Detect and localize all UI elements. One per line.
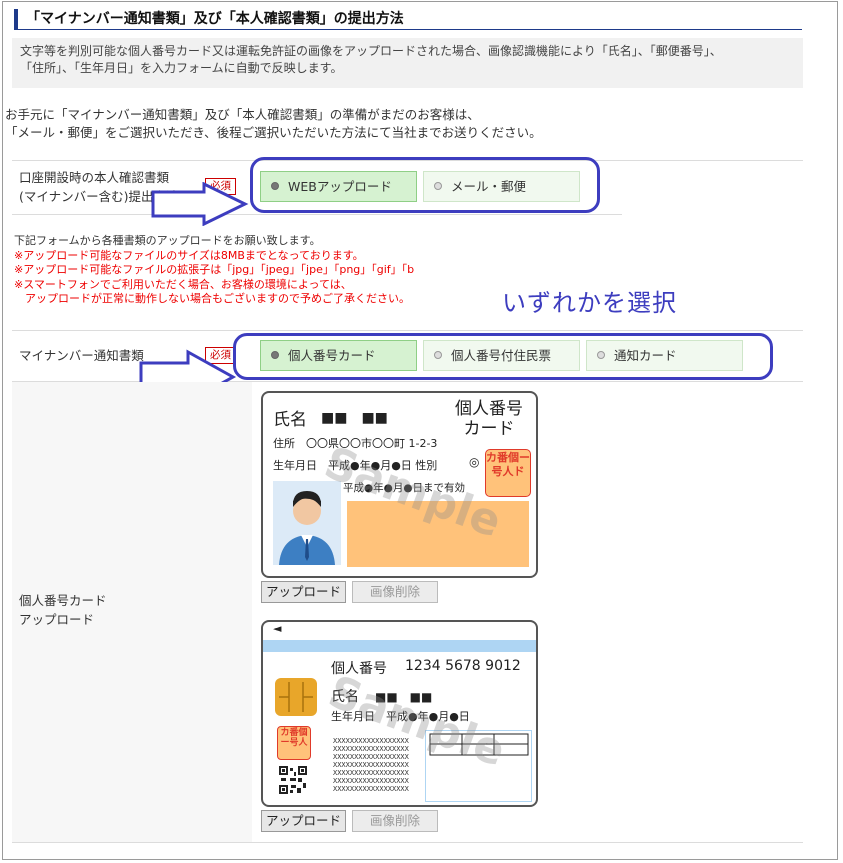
- qr-code-icon: [279, 766, 307, 794]
- divider: [12, 842, 803, 843]
- annotation-select-one: いずれかを選択: [502, 289, 677, 317]
- delete-image-button-front[interactable]: 画像削除: [352, 581, 438, 603]
- card-seal: カ番個 ー号人 ド: [485, 449, 531, 497]
- upload-button-front[interactable]: アップロード: [261, 581, 346, 603]
- arrow-left-icon: ◄: [273, 622, 282, 635]
- section-title: 「マイナンバー通知書類」及び「本人確認書類」の提出方法: [14, 9, 802, 30]
- person-icon: [279, 491, 335, 565]
- divider: [12, 330, 803, 331]
- ic-chip-icon: [275, 678, 317, 716]
- card-back-seal: カ番個 ー号人: [277, 726, 311, 760]
- card-number-value: 1234 5678 9012: [405, 658, 521, 674]
- card-back-top-strip: ◄: [263, 622, 536, 640]
- mynumber-card-back: ◄ 個人番号 1234 5678 9012 氏名 ■■ ■■ 生年月日 平成●年…: [261, 620, 538, 807]
- card-gender-mark: ◎: [469, 455, 480, 469]
- delete-image-button-back[interactable]: 画像削除: [352, 810, 438, 832]
- divider: [12, 214, 622, 215]
- notice-line: お手元に「マイナンバー通知書類」及び「本人確認書類」の準備がまだのお客様は、: [5, 107, 480, 122]
- arrow-right-icon: [151, 182, 249, 226]
- notice-text: お手元に「マイナンバー通知書類」及び「本人確認書類」の準備がまだのお客様は、 「…: [5, 106, 542, 142]
- card-photo: [273, 481, 341, 565]
- info-box: 文字等を判別可能な個人番号カード又は運転免許証の画像をアップロードされた場合、画…: [12, 38, 803, 88]
- card-title: 個人番号 カード: [455, 399, 523, 439]
- card-upload-label: 個人番号カード アップロード: [19, 593, 107, 627]
- info-line: 「住所」、「生年月日」を入力フォームに自動で反映します。: [20, 61, 343, 75]
- card-name-mask: ■■ ■■: [321, 410, 388, 426]
- mynumber-card-front: 氏名 ■■ ■■ 個人番号 カード 住所 〇〇県〇〇市〇〇町 1-2-3 生年月…: [261, 391, 538, 578]
- upload-instructions: 下記フォームから各種書類のアップロードをお願い致します。 ※アップロード可能なフ…: [14, 234, 415, 305]
- card-back-text-lines: XXXXXXXXXXXXXXXXXX XXXXXXXXXXXXXXXXXX XX…: [333, 737, 409, 793]
- highlight-oval: [233, 333, 773, 380]
- mynumber-doc-label: マイナンバー通知書類: [19, 348, 144, 363]
- info-line: 文字等を判別可能な個人番号カード又は運転免許証の画像をアップロードされた場合、画…: [20, 44, 722, 58]
- card-name-label: 氏名: [273, 410, 307, 430]
- highlight-oval: [250, 157, 600, 213]
- notice-line: 「メール・郵便」をご選択いただき、後程ご選択いただいた方法にて当社までお送りくだ…: [5, 125, 542, 140]
- card-back-band: [263, 640, 536, 652]
- upload-button-back[interactable]: アップロード: [261, 810, 346, 832]
